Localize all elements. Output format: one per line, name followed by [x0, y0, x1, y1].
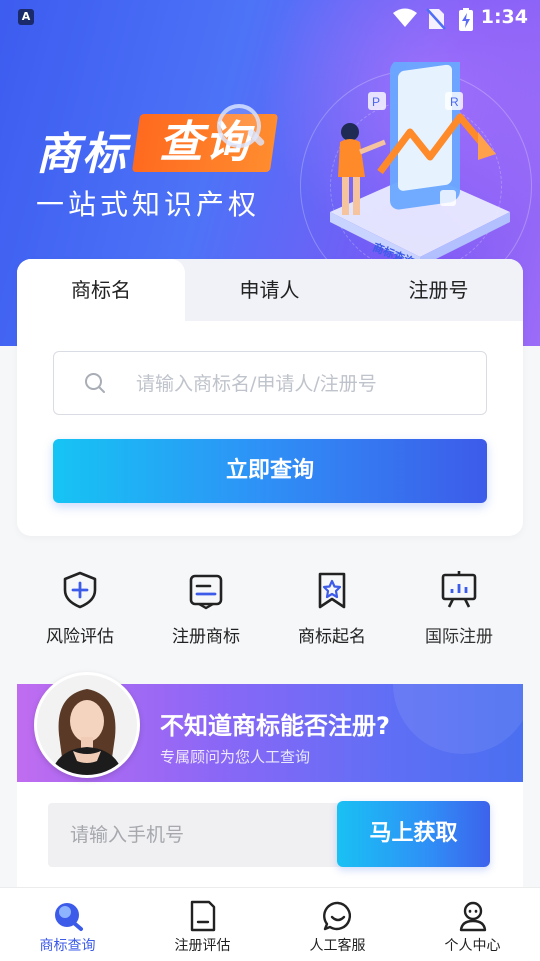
promo-subtitle: 专属顾问为您人工查询 — [160, 748, 311, 766]
quick-action-label: 注册商标 — [172, 627, 240, 647]
consultation-promo: 不知道商标能否注册? 专属顾问为您人工查询 马上获取 — [17, 614, 533, 904]
bookmark-star-icon — [318, 572, 346, 609]
search-input[interactable] — [134, 366, 478, 402]
no-sim-icon — [426, 8, 446, 30]
svg-text:R: R — [450, 95, 459, 109]
nav-personal-center[interactable]: 个人中心 — [405, 888, 540, 961]
status-time: 1:34 — [480, 6, 528, 28]
search-tabs: 商标名 申请人 注册号 — [17, 259, 523, 321]
quick-action-risk-assessment[interactable]: 风险评估 — [20, 570, 140, 647]
nav-label: 注册评估 — [174, 938, 231, 954]
battery-charging-icon — [459, 8, 473, 31]
nav-label: 商标查询 — [39, 938, 96, 954]
hero-title-white: 商标 — [36, 129, 128, 180]
quick-action-label: 商标起名 — [298, 627, 366, 647]
tab-registration-number[interactable]: 注册号 — [354, 259, 523, 321]
app-notification-icon: A — [18, 9, 34, 25]
quick-action-register-trademark[interactable]: 注册商标 — [146, 570, 266, 647]
chat-smile-icon — [322, 901, 351, 931]
nav-label: 个人中心 — [444, 938, 501, 954]
search-icon — [85, 373, 105, 393]
person-icon — [459, 901, 486, 932]
bottom-navigation: 商标查询 注册评估 人工客服 个人中心 — [0, 887, 540, 961]
query-button[interactable]: 立即查询 — [53, 439, 487, 503]
phone-input[interactable] — [48, 803, 348, 867]
get-now-button[interactable]: 马上获取 — [337, 801, 490, 867]
tab-applicant[interactable]: 申请人 — [185, 259, 354, 321]
nav-label: 人工客服 — [309, 938, 366, 954]
phone-form: 马上获取 — [48, 801, 490, 867]
promo-title: 不知道商标能否注册? — [160, 712, 390, 740]
wifi-icon — [393, 8, 417, 27]
advisor-avatar — [34, 672, 140, 778]
nav-trademark-search[interactable]: 商标查询 — [0, 888, 135, 961]
quick-action-trademark-naming[interactable]: 商标起名 — [272, 570, 392, 647]
document-icon — [189, 574, 223, 610]
search-globe-icon — [54, 903, 83, 931]
search-box[interactable] — [53, 351, 487, 415]
presentation-chart-icon — [441, 571, 477, 608]
svg-text:P: P — [372, 95, 380, 109]
nav-registration-assessment[interactable]: 注册评估 — [135, 888, 270, 961]
status-bar: A 1:34 — [0, 0, 540, 36]
hero-illustration: P R 商标查询 — [330, 62, 510, 269]
hero-subtitle: 一站式知识产权 — [36, 188, 261, 221]
quick-action-label: 风险评估 — [46, 627, 114, 647]
nav-customer-service[interactable]: 人工客服 — [270, 888, 405, 961]
search-card: 商标名 申请人 注册号 立即查询 — [17, 259, 523, 536]
tab-trademark-name[interactable]: 商标名 — [17, 259, 185, 321]
file-icon — [190, 900, 215, 932]
shield-plus-icon — [63, 571, 97, 609]
